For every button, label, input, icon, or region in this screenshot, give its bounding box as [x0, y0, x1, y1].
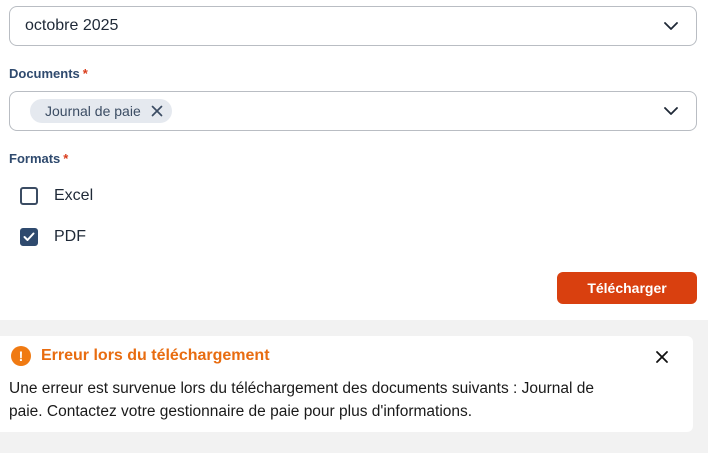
- required-mark: *: [63, 151, 69, 166]
- format-option-pdf[interactable]: PDF: [20, 227, 86, 247]
- documents-select[interactable]: Journal de paie: [9, 91, 697, 131]
- pdf-checkbox[interactable]: [20, 228, 38, 246]
- document-chip: Journal de paie: [30, 99, 172, 123]
- alert-message: Une erreur est survenue lors du téléchar…: [9, 380, 595, 420]
- exclamation-icon: !: [11, 346, 31, 366]
- formats-label: Formats *: [9, 151, 69, 166]
- chevron-down-icon: [664, 104, 678, 118]
- format-option-excel[interactable]: Excel: [20, 186, 93, 206]
- chevron-down-icon: [664, 19, 678, 33]
- chip-remove-icon[interactable]: [151, 105, 163, 117]
- pdf-label: PDF: [54, 228, 86, 245]
- close-icon[interactable]: [655, 350, 669, 364]
- excel-checkbox[interactable]: [20, 187, 38, 205]
- checkmark-icon: [23, 232, 35, 241]
- excel-label: Excel: [54, 187, 94, 204]
- period-select[interactable]: octobre 2025: [9, 6, 697, 46]
- documents-label: Documents *: [9, 66, 88, 81]
- document-chip-label: Journal de paie: [45, 103, 141, 119]
- alert-title: Erreur lors du téléchargement: [41, 347, 270, 364]
- download-button[interactable]: Télécharger: [557, 272, 697, 304]
- period-select-value: octobre 2025: [25, 17, 119, 34]
- required-mark: *: [82, 66, 88, 81]
